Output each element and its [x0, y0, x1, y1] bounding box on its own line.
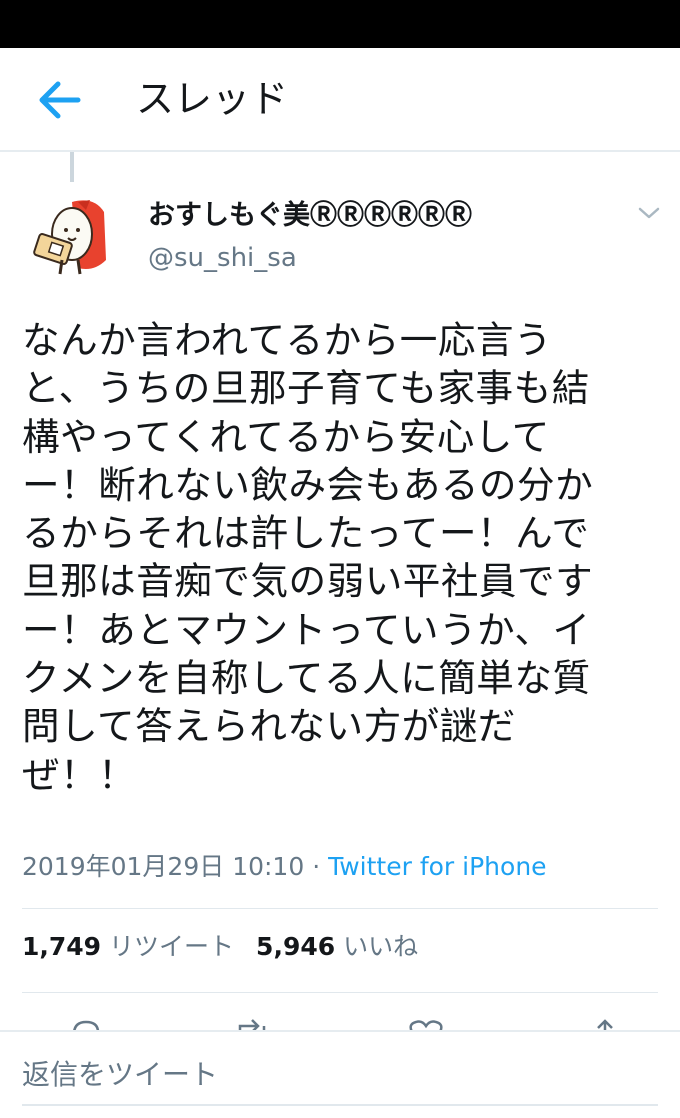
display-name[interactable]: おすしもぐ美ⓇⓇⓇⓇⓇⓇ: [148, 196, 472, 236]
reply-bar: 返信をツイート: [0, 1030, 680, 1118]
chevron-down-icon: [638, 207, 660, 219]
meta-separator: ·: [304, 852, 329, 881]
retweet-stat[interactable]: 1,749 リツイート: [22, 928, 234, 966]
retweet-count: 1,749: [22, 932, 102, 961]
avatar[interactable]: [24, 190, 116, 282]
retweet-label: リツイート: [109, 932, 235, 961]
reply-input[interactable]: 返信をツイート: [22, 1044, 658, 1106]
tweet-text: なんか言われてるから一応言う と、うちの旦那子育ても家事も結 構やってくれてるか…: [22, 318, 594, 797]
back-arrow-icon: [39, 81, 81, 119]
tweet-timestamp: 2019年01月29日 10:10: [22, 852, 305, 881]
divider: [22, 908, 658, 909]
like-count: 5,946: [256, 932, 336, 961]
screen-name[interactable]: @su_shi_sa: [148, 240, 297, 276]
like-stat[interactable]: 5,946 いいね: [256, 928, 418, 966]
sushi-character-avatar-icon: [24, 190, 116, 282]
back-button[interactable]: [34, 76, 86, 124]
tweet-actions: [0, 1012, 680, 1032]
tweet-menu-button[interactable]: [634, 200, 664, 226]
page-title: スレッド: [136, 77, 289, 121]
tweet-meta: 2019年01月29日 10:10 · Twitter for iPhone: [22, 848, 547, 886]
app-header: スレッド: [0, 48, 680, 152]
divider: [22, 992, 658, 993]
tweet-source-link[interactable]: Twitter for iPhone: [328, 852, 546, 881]
status-bar: [0, 0, 680, 48]
like-label: いいね: [343, 932, 419, 961]
tweet-stats: 1,749 リツイート 5,946 いいね: [22, 928, 440, 966]
thread-connector-line: [70, 152, 74, 182]
